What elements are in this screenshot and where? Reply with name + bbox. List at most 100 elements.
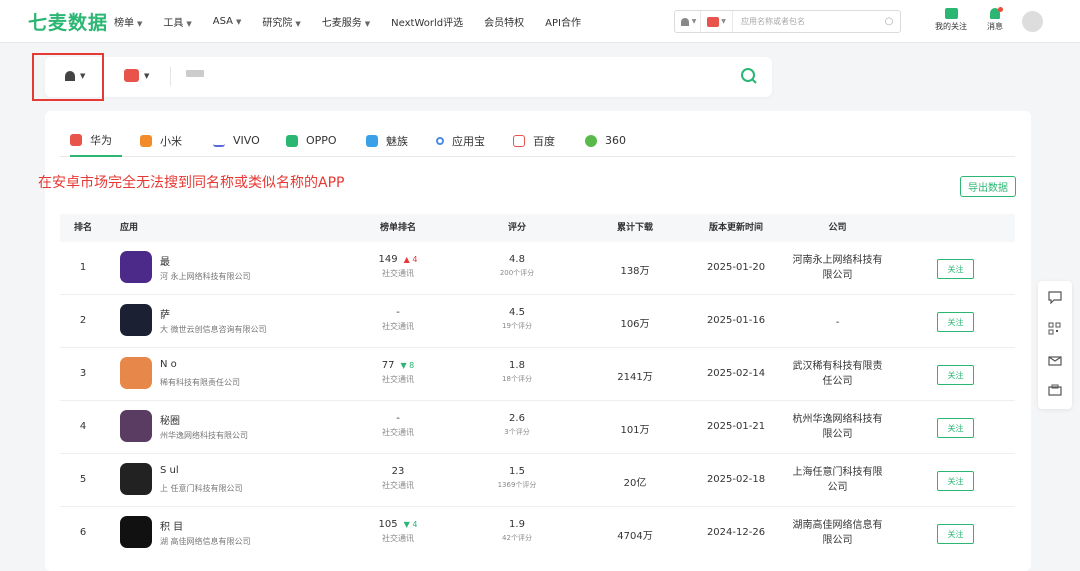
nav-item-membership[interactable]: 会员特权 [484,14,524,29]
nav-item-tools[interactable]: 工具 ▼ [163,14,191,29]
app-name[interactable]: 萨 [160,306,170,321]
search-icon[interactable]: ○ [878,16,900,27]
list-rank-cell: 77 ▼ 8 社交通讯 [381,360,415,384]
top-search-input[interactable]: 应用名称或者包名 [733,16,878,27]
avatar[interactable] [1022,11,1043,32]
follow-button[interactable]: 关注 [937,418,974,438]
tab-xiaomi[interactable]: 小米 [140,124,182,157]
search-icon[interactable] [740,67,758,89]
update-date: 2025-02-14 [706,368,766,379]
table-row[interactable]: 3 N o 稀有科技有限责任公司 77 ▼ 8 社交通讯 1.8 18个评分 2141… [60,348,1015,401]
header-update: 版本更新时间 [708,223,763,233]
tab-huawei[interactable]: 华为 [70,124,122,157]
my-follow-button[interactable]: 我的关注 [935,8,967,32]
app-icon[interactable] [120,516,152,548]
store-select[interactable]: ▼ [701,11,733,32]
tab-vivo[interactable]: VIVO [213,124,260,157]
nav-item-services[interactable]: 七麦服务 ▼ [322,14,370,29]
nav-item-asa[interactable]: ASA ▼ [213,16,242,27]
table-row[interactable]: 5 S ul 上 任意门科技有限公司 23 社交通讯 1.5 1369个评分 20亿… [60,454,1015,507]
chevron-down-icon: ▼ [295,20,301,28]
tab-meizu[interactable]: 魅族 [366,124,408,157]
header-rank: 排名 [73,223,92,233]
update-date: 2025-01-21 [706,421,766,432]
tab-360[interactable]: 360 [585,124,626,157]
nav-item-nextworld[interactable]: NextWorld评选 [391,14,463,29]
update-date: 2025-02-18 [706,474,766,485]
chevron-down-icon: ▼ [186,20,192,28]
yingyongbao-icon [436,136,444,145]
follow-button[interactable]: 关注 [937,524,974,544]
bell-icon [990,7,1003,19]
app-company: 大 微世云创信息咨询有限公司 [160,325,267,334]
app-company: 上 任意门科技有限公司 [160,484,243,493]
chat-icon[interactable] [1040,283,1069,312]
platform-select[interactable]: ▼ [675,11,701,32]
app-name[interactable]: 秘圈 [160,412,180,427]
list-rank-cell: 149 ▲ 4 社交通讯 [378,254,418,278]
android-icon [680,17,689,26]
store-select-main[interactable]: ▼ [124,69,149,82]
app-search-bar [45,57,772,97]
messages-label: 消息 [987,22,1003,31]
qrcode-icon[interactable] [1040,314,1069,343]
update-date: 2025-01-16 [706,315,766,326]
chevron-down-icon: ▼ [691,18,697,25]
divider [170,67,171,86]
downloads-value: 20亿 [623,478,647,489]
tab-yingyongbao[interactable]: 应用宝 [436,124,485,157]
rank-value: 5 [79,474,87,485]
follow-button[interactable]: 关注 [937,471,974,491]
annotation-note: 在安卓市场完全无法搜到同名称或类似名称的APP [38,175,345,191]
rank-down-indicator: ▼ 8 [400,361,415,370]
follow-button[interactable]: 关注 [937,259,974,279]
downloads-value: 106万 [620,319,650,330]
list-rank-cell: - 社交通讯 [382,413,414,437]
chevron-down-icon: ▼ [236,18,242,26]
export-button[interactable]: 导出数据 [960,176,1016,197]
table-row[interactable]: 6 积 目 湖 高佳网络信息有限公司 105 ▼ 4 社交通讯 1.9 42个评分 4… [60,507,1015,560]
company-cell: - [835,317,840,328]
table-row[interactable]: 4 秘圈 州华逸网络科技有限公司 - 社交通讯 2.6 3个评分 101万 2025… [60,401,1015,454]
app-icon[interactable] [120,251,152,283]
update-date: 2024-12-26 [706,527,766,538]
company-cell: 河南永上网络科技有 限公司 [792,255,883,281]
store-tabs: 华为 小米 VIVO OPPO 魅族 应用宝 百度 360 [60,124,1015,157]
table-row[interactable]: 2 萨 大 微世云创信息咨询有限公司 - 社交通讯 4.5 19个评分 106万 2… [60,295,1015,348]
app-icon[interactable] [120,410,152,442]
app-icon[interactable] [120,304,152,336]
app-name[interactable]: 最 [160,253,170,268]
app-name[interactable]: S ul [160,465,179,476]
score-cell: 1.8 18个评分 [502,360,532,383]
app-icon[interactable] [1040,376,1069,405]
header-downloads: 累计下载 [616,223,653,233]
score-cell: 1.9 42个评分 [502,519,532,542]
app-name[interactable]: 积 目 [160,518,183,533]
app-icon[interactable] [120,463,152,495]
app-icon[interactable] [120,357,152,389]
tab-oppo[interactable]: OPPO [286,124,337,157]
meizu-icon [366,134,378,147]
app-company: 稀有科技有限责任公司 [160,378,240,387]
score-cell: 4.5 19个评分 [502,307,532,330]
huawei-store-icon [124,69,139,82]
search-input-redacted[interactable] [186,70,204,77]
score-cell: 2.6 3个评分 [504,413,530,436]
app-company: 河 永上网络科技有限公司 [160,272,251,281]
chevron-down-icon: ▼ [721,18,726,25]
follow-button[interactable]: 关注 [937,365,974,385]
chevron-down-icon: ▼ [144,71,150,80]
chevron-down-icon: ▼ [137,20,143,28]
messages-button[interactable]: 消息 [987,7,1003,32]
list-rank-cell: 105 ▼ 4 社交通讯 [378,519,418,543]
brand-logo[interactable]: 七麦数据 [28,8,108,35]
nav-item-api[interactable]: API合作 [545,14,581,29]
tab-baidu[interactable]: 百度 [513,124,555,157]
nav-item-research[interactable]: 研究院 ▼ [262,14,300,29]
app-name[interactable]: N o [160,359,177,370]
rank-down-indicator: ▼ 4 [403,520,418,529]
follow-button[interactable]: 关注 [937,312,974,332]
table-row[interactable]: 1 最 河 永上网络科技有限公司 149 ▲ 4 社交通讯 4.8 200个评分 13… [60,242,1015,295]
mail-icon[interactable] [1040,345,1069,374]
nav-item-bangdan[interactable]: 榜单 ▼ [114,14,142,29]
